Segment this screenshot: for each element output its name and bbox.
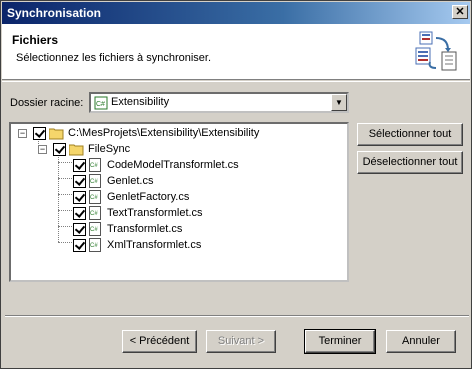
header-separator [2,81,470,82]
cs-project-icon: C# [94,96,108,110]
tree-node-file[interactable]: C# XmlTransformlet.cs [11,238,347,254]
tree-node-label: C:\MesProjets\Extensibility\Extensibilit… [68,127,260,139]
root-folder-combobox[interactable]: C# Extensibility ▼ [89,92,349,113]
header-subtitle: Sélectionnez les fichiers à synchroniser… [16,52,212,64]
tree-node-label: CodeModelTransformlet.cs [107,159,239,171]
svg-text:C#: C# [90,195,98,201]
tree-node-label: TextTransformlet.cs [107,207,203,219]
close-icon: ✕ [455,6,465,18]
file-tree[interactable]: − C:\MesProjets\Extensibility\Extensibil… [9,122,349,282]
svg-text:C#: C# [90,163,98,169]
svg-text:C#: C# [90,243,98,249]
wizard-header: Fichiers Sélectionnez les fichiers à syn… [2,24,470,80]
svg-text:C#: C# [90,211,98,217]
sync-files-icon [415,31,457,71]
tree-node-file[interactable]: C# TextTransformlet.cs [11,206,347,222]
footer-separator [5,315,469,317]
checkbox-file[interactable] [73,159,86,172]
folder-open-icon [49,128,64,140]
finish-button[interactable]: Terminer [304,329,376,354]
root-folder-value: Extensibility [111,96,170,108]
header-title: Fichiers [12,33,59,47]
collapse-icon[interactable]: − [18,129,27,138]
folder-open-icon [69,144,84,156]
checkbox-file[interactable] [73,239,86,252]
tree-node-label: Genlet.cs [107,175,154,187]
select-all-button[interactable]: Sélectionner tout [357,123,463,146]
svg-text:C#: C# [90,179,98,185]
cs-file-icon: C# [89,238,101,252]
tree-node-label: XmlTransformlet.cs [107,239,202,251]
tree-node-file[interactable]: C# CodeModelTransformlet.cs [11,158,347,174]
cs-file-icon: C# [89,158,101,172]
cs-file-icon: C# [89,190,101,204]
cs-file-icon: C# [89,206,101,220]
checkbox-root[interactable] [33,127,46,140]
tree-node-file[interactable]: C# GenletFactory.cs [11,190,347,206]
tree-node-root[interactable]: − C:\MesProjets\Extensibility\Extensibil… [11,126,347,142]
next-button[interactable]: Suivant > [206,330,276,353]
tree-node-file[interactable]: C# Transformlet.cs [11,222,347,238]
title-bar[interactable]: Synchronisation ✕ [2,2,470,24]
tree-node-label: Transformlet.cs [107,223,183,235]
tree-node-label: FileSync [88,143,131,155]
deselect-all-button[interactable]: Déselectionner tout [357,151,463,174]
checkbox-file[interactable] [73,191,86,204]
cs-file-icon: C# [89,222,101,236]
previous-button[interactable]: < Précédent [122,330,197,353]
tree-node-label: GenletFactory.cs [107,191,190,203]
checkbox-folder[interactable] [53,143,66,156]
chevron-down-icon[interactable]: ▼ [331,94,347,111]
close-button[interactable]: ✕ [452,5,468,19]
tree-node-folder[interactable]: − FileSync [11,142,347,158]
svg-text:C#: C# [90,227,98,233]
window-title: Synchronisation [7,6,102,20]
cs-file-icon: C# [89,174,101,188]
tree-node-file[interactable]: C# Genlet.cs [11,174,347,190]
checkbox-file[interactable] [73,207,86,220]
checkbox-file[interactable] [73,223,86,236]
synchronisation-dialog: Synchronisation ✕ Fichiers Sélectionnez … [0,0,472,369]
collapse-icon[interactable]: − [38,145,47,154]
root-folder-label: Dossier racine: [10,97,84,109]
checkbox-file[interactable] [73,175,86,188]
cancel-button[interactable]: Annuler [386,330,456,353]
svg-text:C#: C# [96,101,105,108]
